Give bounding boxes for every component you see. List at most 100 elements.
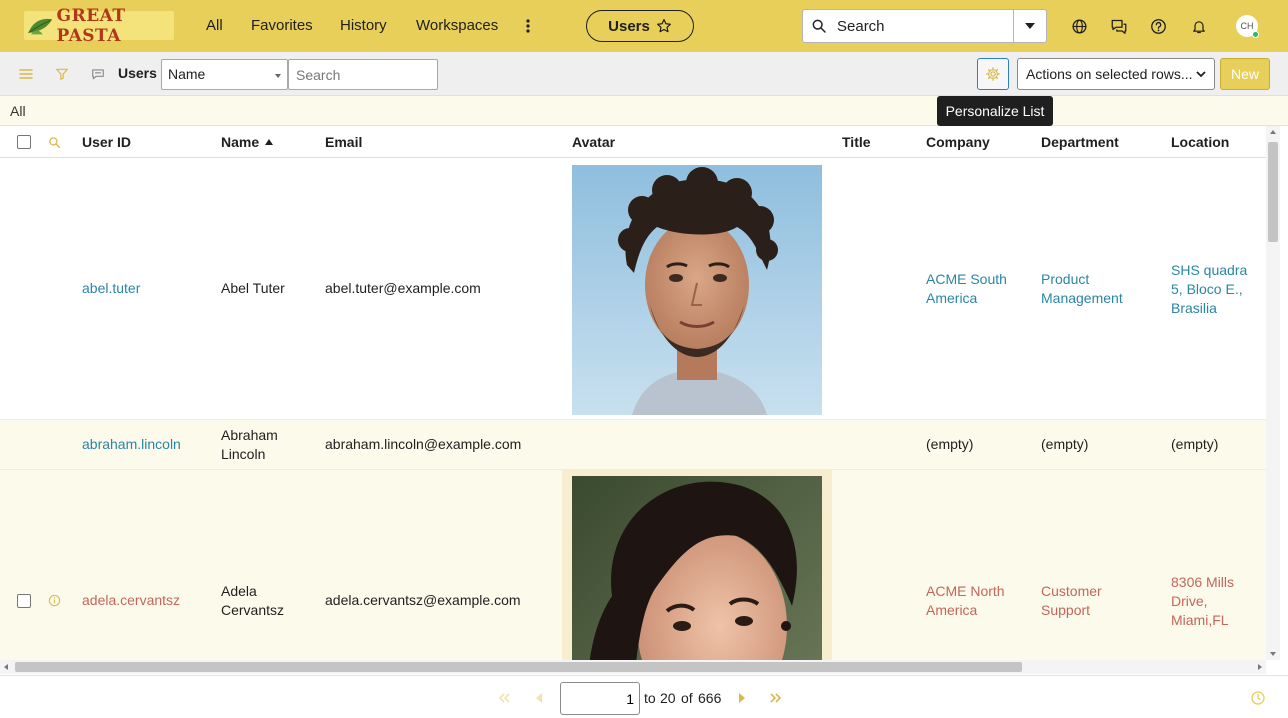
user-avatar[interactable]: CH bbox=[1236, 15, 1259, 38]
table-row[interactable]: abraham.lincoln Abraham Lincoln abraham.… bbox=[0, 420, 1266, 470]
user-email: adela.cervantsz@example.com bbox=[325, 592, 521, 608]
search-icon bbox=[812, 19, 826, 33]
scroll-down-arrow-icon[interactable] bbox=[1270, 652, 1276, 656]
user-location-link[interactable]: SHS quadra 5, Bloco E., Brasilia bbox=[1171, 261, 1261, 318]
context-pill-users[interactable]: Users bbox=[586, 10, 694, 42]
chevron-down-icon bbox=[1196, 71, 1206, 78]
filter-icon[interactable] bbox=[54, 66, 70, 82]
nav-favorites[interactable]: Favorites bbox=[251, 17, 313, 34]
personalize-list-button[interactable] bbox=[977, 58, 1009, 90]
column-header-location[interactable]: Location bbox=[1171, 134, 1229, 150]
comment-icon[interactable] bbox=[90, 66, 106, 82]
pagination-to-label: to bbox=[644, 690, 656, 706]
user-name: Abel Tuter bbox=[221, 280, 285, 296]
search-scope-dropdown[interactable] bbox=[1013, 10, 1046, 42]
pagination-range-end: 20 bbox=[660, 690, 676, 706]
brand-logo[interactable]: GREAT PASTA bbox=[24, 6, 174, 46]
user-location-link[interactable]: 8306 Mills Drive, Miami,FL bbox=[1171, 573, 1251, 630]
context-pill-label: Users bbox=[608, 17, 650, 35]
pagination-of-label: of bbox=[681, 690, 693, 706]
user-email: abraham.lincoln@example.com bbox=[325, 436, 522, 452]
user-department-link[interactable]: Customer Support bbox=[1041, 582, 1151, 620]
vertical-scroll-thumb[interactable] bbox=[1268, 142, 1278, 242]
hamburger-menu-icon[interactable] bbox=[18, 66, 34, 82]
previous-page-icon[interactable] bbox=[532, 690, 548, 706]
user-company-link[interactable]: ACME North America bbox=[926, 582, 1026, 620]
column-header-email[interactable]: Email bbox=[325, 134, 362, 150]
column-header-avatar[interactable]: Avatar bbox=[572, 134, 615, 150]
sort-ascending-icon bbox=[265, 139, 274, 145]
next-page-icon[interactable] bbox=[733, 690, 749, 706]
select-all-checkbox[interactable] bbox=[17, 135, 31, 149]
user-email: abel.tuter@example.com bbox=[325, 280, 481, 296]
global-search bbox=[802, 9, 1047, 43]
vertical-scrollbar[interactable] bbox=[1266, 126, 1280, 660]
globe-icon[interactable] bbox=[1069, 16, 1089, 36]
scroll-right-arrow-icon[interactable] bbox=[1258, 664, 1262, 670]
list-header-bar: Users Name Actions on selected rows... N… bbox=[0, 52, 1288, 96]
column-header-name-label: Name bbox=[221, 134, 260, 150]
user-department-link[interactable]: Product Management bbox=[1041, 270, 1151, 308]
horizontal-scrollbar[interactable] bbox=[0, 660, 1266, 674]
bell-icon[interactable] bbox=[1189, 16, 1209, 36]
user-id-link[interactable]: abraham.lincoln bbox=[82, 435, 181, 454]
column-header-name[interactable]: Name bbox=[221, 134, 274, 150]
actions-select-value: Actions on selected rows... bbox=[1026, 66, 1193, 82]
user-location: (empty) bbox=[1171, 436, 1219, 452]
top-navigation-bar: GREAT PASTA All Favorites History Worksp… bbox=[0, 0, 1288, 52]
nav-history[interactable]: History bbox=[340, 17, 387, 34]
breadcrumb[interactable]: All bbox=[10, 103, 26, 119]
first-page-icon[interactable] bbox=[496, 690, 512, 706]
avatar-photo bbox=[572, 165, 822, 415]
list-search-input[interactable] bbox=[288, 59, 438, 90]
avatar-photo bbox=[572, 476, 822, 660]
actions-select[interactable]: Actions on selected rows... bbox=[1017, 58, 1215, 90]
chat-icon[interactable] bbox=[1109, 16, 1129, 36]
search-field-value: Name bbox=[168, 66, 206, 82]
table-row[interactable]: abel.tuter Abel Tuter abel.tuter@example… bbox=[0, 158, 1266, 420]
user-name: Abraham Lincoln bbox=[221, 427, 278, 462]
more-vertical-icon[interactable] bbox=[520, 15, 536, 37]
list-title: Users bbox=[118, 65, 157, 81]
brand-name: GREAT PASTA bbox=[56, 5, 126, 46]
table-header: User ID Name Email Avatar Title Company … bbox=[0, 126, 1266, 158]
last-page-icon[interactable] bbox=[768, 690, 784, 706]
search-column-icon[interactable] bbox=[48, 136, 61, 149]
search-field-select[interactable]: Name bbox=[161, 59, 288, 90]
user-company: (empty) bbox=[926, 436, 974, 452]
clock-icon[interactable] bbox=[1250, 690, 1266, 706]
pagination-total: 666 bbox=[698, 690, 722, 706]
presence-indicator bbox=[1252, 31, 1259, 38]
caret-down-icon bbox=[275, 74, 281, 78]
user-id-link[interactable]: abel.tuter bbox=[82, 279, 140, 298]
nav-all[interactable]: All bbox=[206, 17, 223, 34]
user-id-link[interactable]: adela.cervantsz bbox=[82, 591, 180, 610]
new-button[interactable]: New bbox=[1220, 58, 1270, 90]
column-header-title[interactable]: Title bbox=[842, 134, 871, 150]
basil-leaf-icon bbox=[28, 18, 53, 34]
caret-down-icon bbox=[1025, 23, 1035, 29]
horizontal-scroll-thumb[interactable] bbox=[15, 662, 1022, 672]
global-search-input[interactable] bbox=[837, 10, 1013, 42]
gear-icon bbox=[986, 67, 1000, 81]
info-icon[interactable] bbox=[48, 594, 61, 607]
nav-workspaces[interactable]: Workspaces bbox=[416, 17, 498, 34]
avatar-initials: CH bbox=[1240, 21, 1254, 31]
user-name: Adela Cervantsz bbox=[221, 583, 285, 618]
pagination-bar: to 20 of 666 bbox=[0, 675, 1288, 718]
user-company-link[interactable]: ACME South America bbox=[926, 270, 1026, 308]
user-department: (empty) bbox=[1041, 436, 1089, 452]
users-table: User ID Name Email Avatar Title Company … bbox=[0, 126, 1266, 660]
personalize-list-tooltip: Personalize List bbox=[937, 96, 1053, 126]
page-number-input[interactable] bbox=[560, 682, 640, 715]
row-select-checkbox[interactable] bbox=[17, 594, 31, 608]
column-header-department[interactable]: Department bbox=[1041, 134, 1119, 150]
column-header-company[interactable]: Company bbox=[926, 134, 990, 150]
table-row[interactable]: adela.cervantsz Adela Cervantsz adela.ce… bbox=[0, 470, 1266, 660]
scroll-left-arrow-icon[interactable] bbox=[4, 664, 8, 670]
help-icon[interactable] bbox=[1148, 16, 1168, 36]
column-header-user-id[interactable]: User ID bbox=[82, 134, 131, 150]
scroll-up-arrow-icon[interactable] bbox=[1270, 130, 1276, 134]
breadcrumb-row: All bbox=[0, 96, 1288, 126]
star-icon[interactable] bbox=[656, 18, 672, 34]
